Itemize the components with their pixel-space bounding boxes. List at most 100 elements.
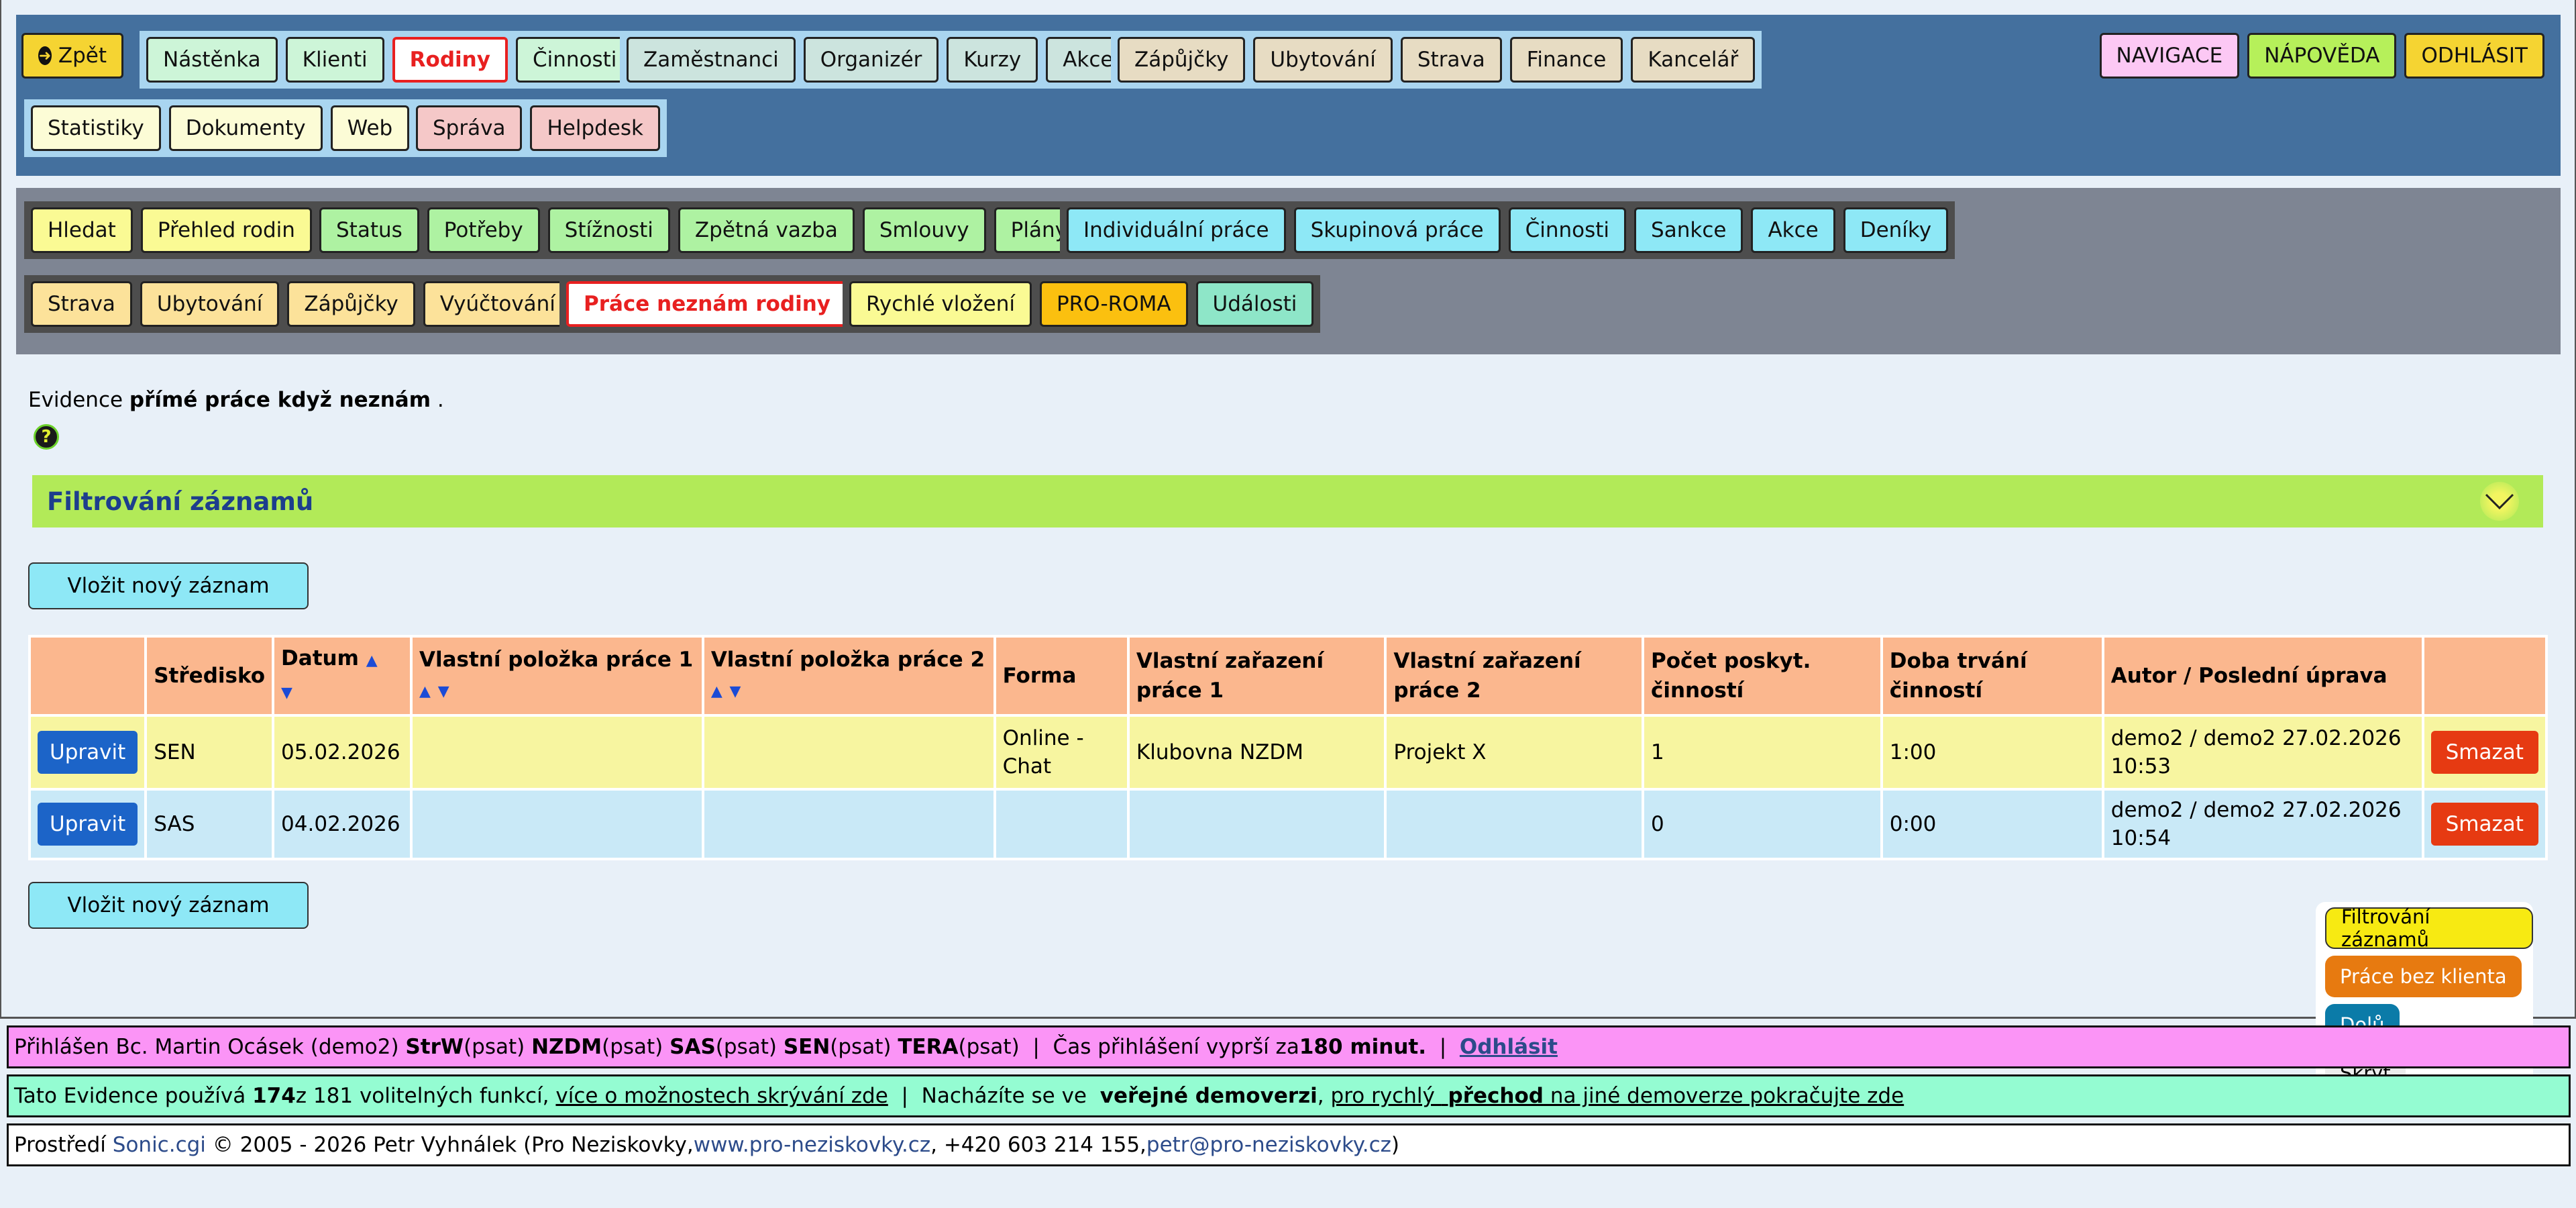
cell-polozka1: [409, 714, 704, 791]
records-table: Středisko Datum ▲ ▼ Vlastní položka práce…: [28, 635, 2548, 860]
email-link[interactable]: petr@pro-neziskovky.cz: [1146, 1133, 1391, 1157]
col-header-actions: [28, 635, 148, 717]
float-noclient-button[interactable]: Práce bez klienta: [2325, 956, 2522, 997]
sort-desc-icon[interactable]: ▼: [281, 685, 292, 701]
sort-asc-icon[interactable]: ▲: [711, 683, 722, 700]
subnav-deniky[interactable]: Deníky: [1843, 207, 1949, 253]
subnav-group-search: Hledat Přehled rodin: [24, 201, 319, 259]
col-header-delete: [2421, 635, 2548, 717]
nav-item-dokumenty[interactable]: Dokumenty: [168, 105, 323, 151]
cell-polozka2: [701, 788, 996, 860]
switch-demo-text: pro rychlý: [1330, 1084, 1442, 1108]
table-row: Upravit SAS 04.02.2026 0 0:00 demo2 / de…: [28, 788, 2548, 860]
subnav-status[interactable]: Status: [319, 207, 419, 253]
nav-item-strava[interactable]: Strava: [1400, 37, 1502, 83]
hiding-options-link[interactable]: více o možnostech skrývání zde: [555, 1084, 888, 1108]
nav-item-sprava[interactable]: Správa: [416, 105, 523, 151]
center-code: NZDM: [531, 1035, 602, 1059]
sort-desc-icon[interactable]: ▼: [438, 683, 449, 700]
nav-item-helpdesk[interactable]: Helpdesk: [530, 105, 660, 151]
delete-button[interactable]: Smazat: [2430, 803, 2538, 846]
nav-group-admin: Správa Helpdesk: [409, 99, 667, 157]
navigace-button[interactable]: NAVIGACE: [2099, 33, 2240, 79]
subnav-rychle-vlozeni[interactable]: Rychlé vložení: [849, 281, 1032, 327]
nav-item-zamestnanci[interactable]: Zaměstnanci: [627, 37, 796, 83]
subnav-potreby[interactable]: Potřeby: [427, 207, 540, 253]
nav-item-ubytovani[interactable]: Ubytování: [1253, 37, 1393, 83]
nav-item-kurzy[interactable]: Kurzy: [947, 37, 1038, 83]
center-code: SAS: [669, 1035, 716, 1059]
cell-zarazeni1: [1126, 788, 1387, 860]
nav-item-web[interactable]: Web: [330, 105, 410, 151]
subnav-vyuctovani[interactable]: Vyúčtování: [423, 281, 572, 327]
odhlasit-button[interactable]: ODHLÁSIT: [2404, 33, 2544, 79]
website-link[interactable]: www.pro-neziskovky.cz: [694, 1133, 930, 1157]
cell-pocet: 0: [1641, 788, 1883, 860]
cell-delete: Smazat: [2421, 788, 2548, 860]
subnav-strava[interactable]: Strava: [31, 281, 132, 327]
nav-item-klienti[interactable]: Klienti: [285, 37, 384, 83]
sonic-link[interactable]: Sonic.cgi: [113, 1133, 206, 1157]
demo-info-bar: Tato Evidence používá 174 z 181 voliteln…: [7, 1074, 2571, 1117]
col-header-forma: Forma: [993, 635, 1130, 717]
footer-text: Prostředí: [14, 1133, 106, 1157]
col-header-polozka2[interactable]: Vlastní položka práce 2 ▲ ▼: [701, 635, 996, 717]
nav-item-kancelar[interactable]: Kancelář: [1631, 37, 1756, 83]
subnav-prace-neznam-rodiny[interactable]: Práce neznám rodiny: [566, 281, 849, 327]
switch-demo-bold: přechod: [1448, 1084, 1544, 1108]
filter-panel-toggle[interactable]: Filtrování záznamů: [32, 475, 2543, 527]
arrow-left-icon: ➜: [38, 46, 52, 65]
delete-button[interactable]: Smazat: [2430, 731, 2538, 774]
new-record-button-top[interactable]: Vložit nový záznam: [28, 562, 309, 609]
filter-title: Filtrování záznamů: [47, 487, 314, 516]
napoveda-button[interactable]: NÁPOVĚDA: [2247, 33, 2397, 79]
separator: |: [1019, 1035, 1053, 1059]
subnav-hledat[interactable]: Hledat: [31, 207, 133, 253]
subnav-akce[interactable]: Akce: [1751, 207, 1835, 253]
edit-button[interactable]: Upravit: [38, 731, 138, 774]
center-code: StrW: [405, 1035, 464, 1059]
subnav-pro-roma[interactable]: PRO-ROMA: [1039, 281, 1188, 327]
subnav-smlouvy[interactable]: Smlouvy: [862, 207, 986, 253]
edit-button[interactable]: Upravit: [38, 803, 138, 846]
subnav-individualni-prace[interactable]: Individuální práce: [1067, 207, 1286, 253]
subnav-skupinova-prace[interactable]: Skupinová práce: [1293, 207, 1501, 253]
subnav-zpetna-vazba[interactable]: Zpětná vazba: [678, 207, 855, 253]
nav-item-rodiny[interactable]: Rodiny: [392, 37, 508, 83]
sort-asc-icon[interactable]: ▲: [366, 652, 378, 669]
chevron-down-icon[interactable]: [2480, 482, 2519, 521]
table-header-row: Středisko Datum ▲ ▼ Vlastní položka práce…: [28, 635, 2548, 717]
sort-desc-icon[interactable]: ▼: [730, 683, 741, 700]
logout-link[interactable]: Odhlásit: [1460, 1035, 1558, 1059]
center-perm: (psat): [602, 1035, 663, 1059]
features-text: z 181 volitelných funkcí,: [295, 1084, 549, 1108]
nav-item-zapujcky[interactable]: Zápůjčky: [1118, 37, 1246, 83]
sort-asc-icon[interactable]: ▲: [419, 683, 431, 700]
switch-demo-text: na jiné demoverze pokračujte zde: [1543, 1084, 1904, 1108]
footer-text: , +420 603 214 155,: [930, 1133, 1146, 1157]
nav-item-statistiky[interactable]: Statistiky: [31, 105, 161, 151]
nav-item-organizer[interactable]: Organizér: [803, 37, 939, 83]
nav-item-nastenka[interactable]: Nástěnka: [146, 37, 278, 83]
back-button[interactable]: ➜ Zpět: [21, 33, 123, 79]
features-used-count: 174: [252, 1084, 296, 1108]
nav-item-finance[interactable]: Finance: [1509, 37, 1623, 83]
col-header-datum[interactable]: Datum ▲ ▼: [272, 635, 413, 717]
col-header-polozka1[interactable]: Vlastní položka práce 1 ▲ ▼: [409, 635, 704, 717]
subnav-stiznosti[interactable]: Stížnosti: [547, 207, 670, 253]
new-record-button-bottom[interactable]: Vložit nový záznam: [28, 882, 309, 929]
nav-item-cinnosti[interactable]: Činnosti: [515, 37, 634, 83]
col-header-stredisko[interactable]: Středisko: [144, 635, 275, 717]
cell-edit: Upravit: [28, 788, 148, 860]
subnav-sankce[interactable]: Sankce: [1634, 207, 1743, 253]
float-filter-button[interactable]: Filtrování záznamů: [2325, 905, 2533, 951]
switch-demo-link[interactable]: pro rychlý přechod na jiné demoverze pok…: [1331, 1084, 1904, 1108]
subnav-cinnosti[interactable]: Činnosti: [1508, 207, 1627, 253]
subnav-prehled-rodin[interactable]: Přehled rodin: [140, 207, 312, 253]
footer-text: © 2005 - 2026 Petr Vyhnálek (Pro Nezisko…: [212, 1133, 694, 1157]
help-icon[interactable]: ?: [34, 424, 59, 450]
subnav-zapujcky[interactable]: Zápůjčky: [287, 281, 415, 327]
subnav-ubytovani[interactable]: Ubytování: [140, 281, 280, 327]
subnav-udalosti[interactable]: Události: [1195, 281, 1314, 327]
cell-autor: demo2 / demo2 27.02.2026 10:54: [2101, 788, 2424, 860]
